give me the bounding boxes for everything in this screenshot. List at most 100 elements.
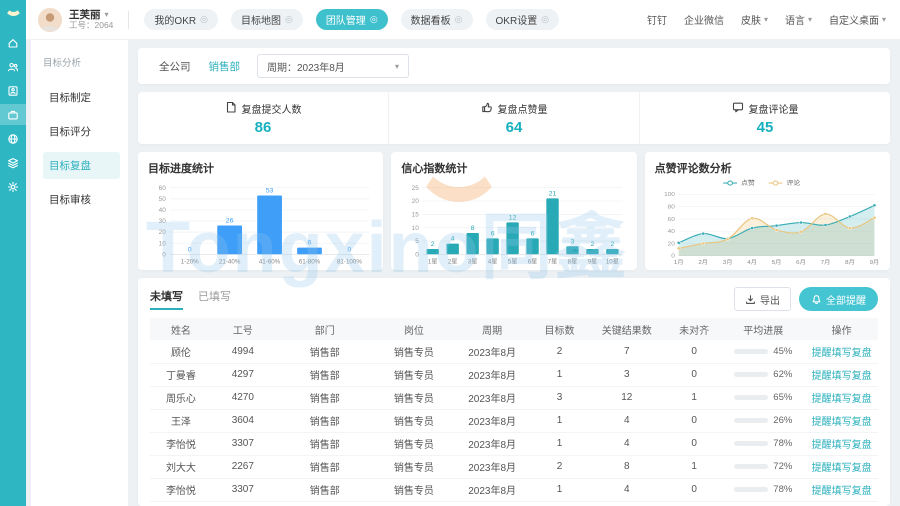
scope-tab-1[interactable]: 销售部 [200,55,250,78]
nav-pill-1[interactable]: 目标地图◎ [231,9,303,30]
table-row: 王泽3604销售部销售专员2023年8月14026%提醒填写复盘 [150,409,878,432]
column-header-5: 目标数 [532,318,587,340]
svg-text:0: 0 [162,251,166,258]
topbar-utility-4[interactable]: 自定义桌面▾ [829,12,886,27]
chart-title: 目标进度统计 [148,160,375,176]
nav-pill-0[interactable]: 我的OKR◎ [144,9,218,30]
remind-fill-link[interactable]: 提醒填写复盘 [812,440,872,451]
svg-text:7月: 7月 [820,259,830,266]
remind-all-button[interactable]: 全部提醒 [799,287,878,311]
topbar-utility-3[interactable]: 语言▾ [785,12,812,27]
cell-dept: 销售部 [274,386,376,409]
cell-action: 提醒填写复盘 [805,409,878,432]
nav-pill-label: 团队管理 [326,12,366,27]
progress-label: 78% [773,484,792,495]
scope-tab-0[interactable]: 全公司 [150,55,200,78]
export-button[interactable]: 导出 [734,287,791,311]
svg-text:4星: 4星 [488,259,498,266]
remind-fill-link[interactable]: 提醒填写复盘 [812,348,872,359]
cell-progress: 65% [721,386,805,409]
svg-text:26: 26 [226,218,234,225]
users-icon[interactable] [0,56,26,77]
nav-pill-2[interactable]: 团队管理◎ [316,9,388,30]
remind-all-label: 全部提醒 [826,292,866,307]
cell-unaligned: 0 [667,363,722,386]
sidebar-item-3[interactable]: 目标审核 [43,186,120,213]
svg-text:53: 53 [266,188,274,195]
cell-progress: 78% [721,478,805,501]
cell-dept: 销售部 [274,363,376,386]
svg-text:评论: 评论 [786,179,800,187]
sidebar-item-2[interactable]: 目标复盘 [43,152,120,179]
document-icon [225,101,237,116]
main-nav: 我的OKR◎目标地图◎团队管理◎数据看板◎OKR设置◎ [144,9,572,30]
svg-text:4: 4 [451,236,455,243]
circle-badge-icon: ◎ [200,15,208,24]
cell-period: 2023年8月 [452,409,532,432]
briefcase-icon[interactable] [0,104,26,125]
svg-text:40: 40 [159,207,167,214]
period-select[interactable]: 周期：2023年8月 ▾ [257,54,409,78]
remind-fill-link[interactable]: 提醒填写复盘 [812,394,872,405]
remind-fill-link[interactable]: 提醒填写复盘 [812,486,872,497]
svg-text:80: 80 [667,205,675,211]
cell-name: 丁曼睿 [150,363,212,386]
cell-emp-id: 2267 [212,501,274,506]
topbar-utilities: 钉钉企业微信皮肤▾语言▾自定义桌面▾ [647,12,886,27]
table-toolbar: 未填写已填写 导出 全部提醒 [150,285,878,313]
sidebar-item-0[interactable]: 目标制定 [43,84,120,111]
nav-pill-3[interactable]: 数据看板◎ [401,9,473,30]
progress-track [734,487,768,492]
layers-icon[interactable] [0,152,26,173]
table-row: 李怡悦3307销售部销售专员2023年8月14078%提醒填写复盘 [150,432,878,455]
topbar-utility-label: 皮肤 [741,12,761,27]
cell-unaligned: 0 [667,409,722,432]
column-header-2: 部门 [274,318,376,340]
globe-icon[interactable] [0,128,26,149]
cell-position: 销售专员 [376,432,452,455]
topbar-utility-0[interactable]: 钉钉 [647,12,667,27]
cell-objectives: 3 [532,386,587,409]
svg-text:2: 2 [611,241,615,248]
avatar[interactable] [38,8,62,32]
svg-text:6月: 6月 [796,259,806,266]
svg-text:0: 0 [416,251,420,258]
home-icon[interactable] [0,32,26,53]
id-card-icon[interactable] [0,80,26,101]
cell-emp-id: 4270 [212,386,274,409]
cell-emp-id: 4994 [212,340,274,363]
top-bar: 王芙丽 ▾ 工号：2064 我的OKR◎目标地图◎团队管理◎数据看板◎OKR设置… [26,0,900,40]
topbar-utility-2[interactable]: 皮肤▾ [741,12,768,27]
svg-text:10: 10 [159,240,167,247]
sidebar-item-1[interactable]: 目标评分 [43,118,120,145]
table-tab-1[interactable]: 已填写 [198,288,231,310]
remind-fill-link[interactable]: 提醒填写复盘 [812,417,872,428]
secondary-sidebar: 目标分析 目标制定目标评分目标复盘目标审核 [31,40,128,506]
topbar-utility-1[interactable]: 企业微信 [684,12,724,27]
charts-row: 目标进度统计010203040506001-20%2621-40%5341-60… [138,152,890,270]
progress-track [734,349,768,354]
topbar-utility-label: 语言 [785,12,805,27]
cell-dept: 销售部 [274,432,376,455]
table-tab-0[interactable]: 未填写 [150,288,183,310]
chevron-down-icon[interactable]: ▾ [105,10,109,19]
cell-name: 李怡悦 [150,432,212,455]
cell-progress: 72% [721,455,805,478]
cell-action: 提醒填写复盘 [805,386,878,409]
svg-text:8: 8 [471,225,475,232]
chevron-down-icon: ▾ [764,15,768,24]
nav-pill-4[interactable]: OKR设置◎ [486,9,560,30]
gear-icon[interactable] [0,176,26,197]
svg-text:0: 0 [188,246,192,253]
cell-unaligned: 1 [667,455,722,478]
column-header-9: 操作 [805,318,878,340]
cell-position: 销售专员 [376,386,452,409]
topbar-utility-label: 企业微信 [684,12,724,27]
svg-text:6: 6 [531,230,535,237]
cell-unaligned: 1 [667,386,722,409]
cell-objectives: 1 [532,409,587,432]
remind-fill-link[interactable]: 提醒填写复盘 [812,371,872,382]
table-row: 李怡悦3307销售部销售专员2023年8月14078%提醒填写复盘 [150,478,878,501]
remind-fill-link[interactable]: 提醒填写复盘 [812,463,872,474]
cell-dept: 销售部 [274,340,376,363]
